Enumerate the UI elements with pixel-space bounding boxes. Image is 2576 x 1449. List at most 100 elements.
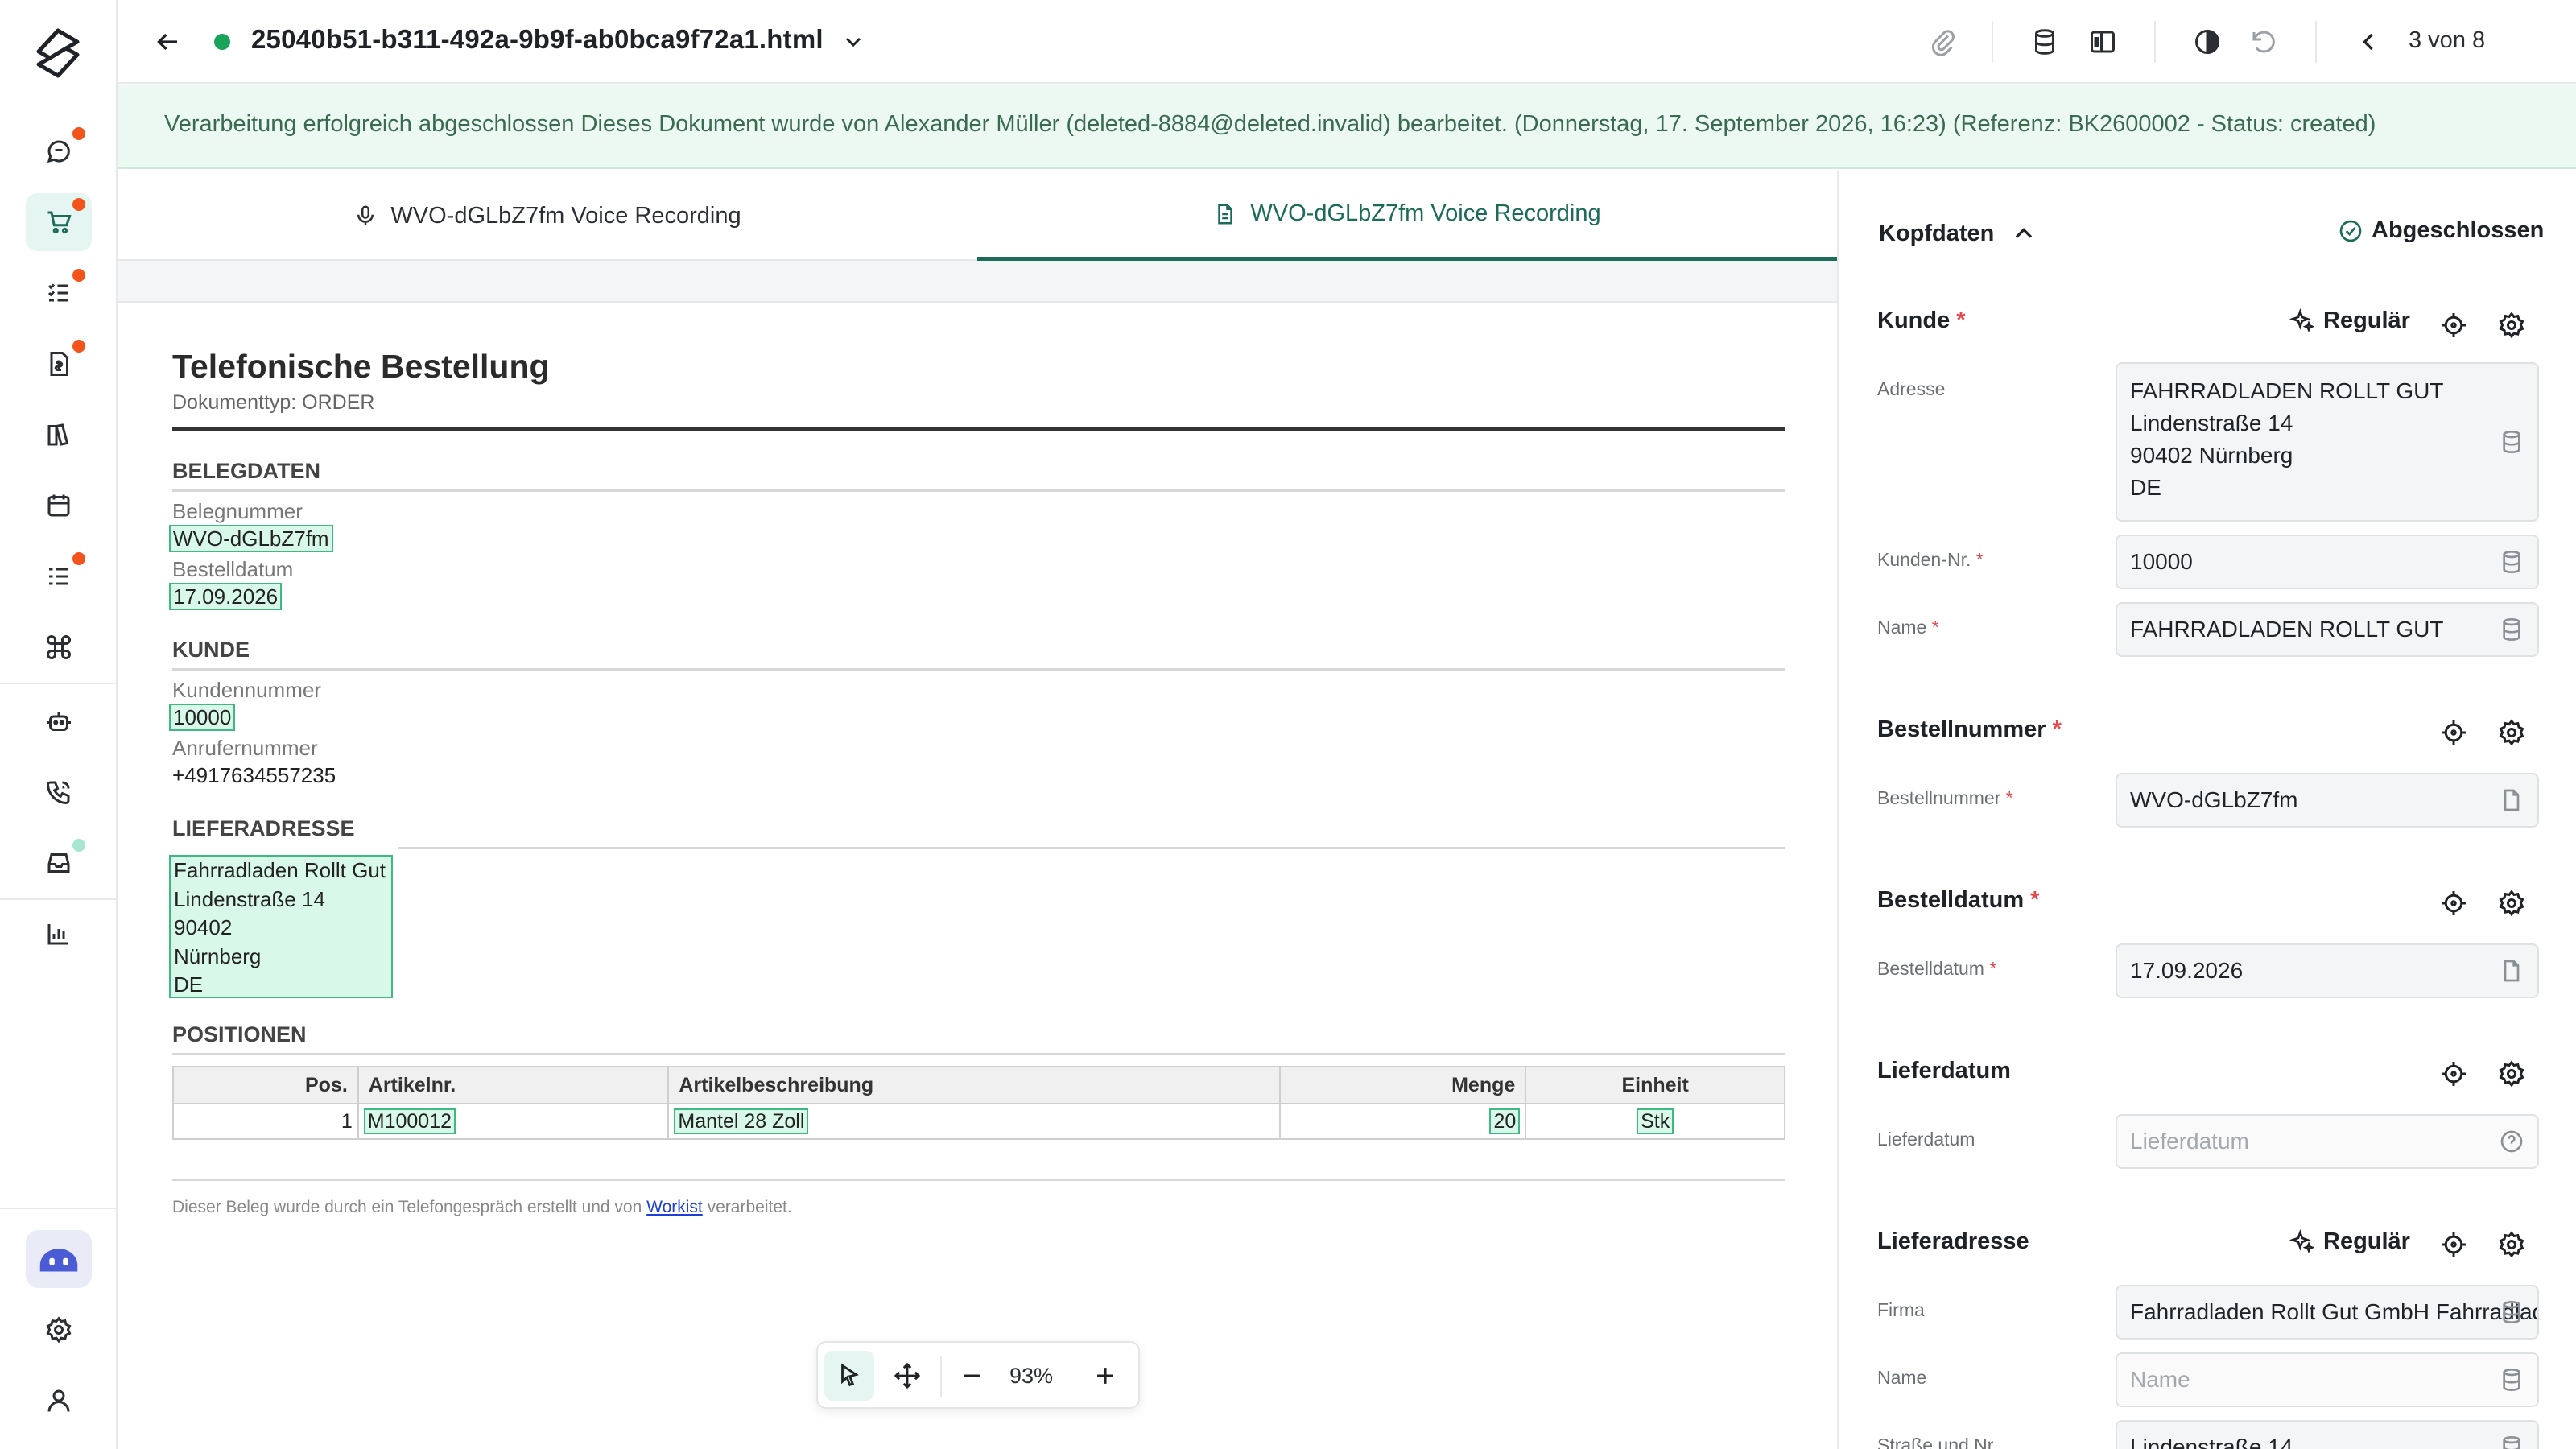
toolbar-divider	[1992, 21, 1993, 63]
database-icon	[2503, 431, 2520, 454]
settings-gear-icon[interactable]	[2497, 1059, 2526, 1088]
footer-text: Dieser Beleg wurde durch ein Telefongesp…	[172, 1198, 642, 1216]
database-icon[interactable]	[2029, 26, 2061, 58]
nav-command-icon[interactable]	[26, 618, 92, 676]
belegnummer-value[interactable]: WVO-dGLbZ7fm	[169, 525, 333, 552]
database-icon	[2503, 1301, 2520, 1324]
nav-list-icon[interactable]	[26, 547, 92, 605]
lieferdatum-field[interactable]: Lieferdatum	[2116, 1114, 2539, 1169]
split-view-icon[interactable]	[2087, 26, 2119, 58]
cell-einheit[interactable]: Stk	[1637, 1108, 1674, 1134]
nav-phone-icon[interactable]	[26, 763, 92, 821]
nav-robot-icon[interactable]	[26, 692, 92, 750]
assistant-bot-icon[interactable]	[26, 1230, 92, 1288]
select-pointer-icon[interactable]	[824, 1351, 874, 1401]
zoom-in-plus-icon[interactable]	[1080, 1351, 1130, 1401]
delivery-address-block[interactable]: Fahrradladen Rollt Gut Lindenstraße 14 9…	[169, 855, 393, 998]
settings-gear-icon[interactable]	[2497, 1230, 2526, 1259]
regular-mode-toggle[interactable]: Regulär	[2289, 308, 2410, 334]
settings-gear-icon[interactable]	[2497, 311, 2526, 340]
kundennr-field[interactable]: 10000	[2116, 535, 2539, 589]
firma-field[interactable]: Fahrradladen Rollt Gut GmbH Fahrradladen…	[2116, 1285, 2539, 1340]
lieferdatum-placeholder: Lieferdatum	[2130, 1129, 2249, 1154]
positions-table: Pos. Artikelnr. Artikelbeschreibung Meng…	[172, 1066, 1785, 1140]
viewer-zoom-toolbar: 93%	[816, 1341, 1140, 1409]
tab-document-view[interactable]: WVO-dGLbZ7fm Voice Recording	[977, 171, 1837, 261]
left-nav-rail	[0, 0, 118, 1449]
chevron-up-icon[interactable]	[2009, 219, 2038, 248]
notification-dot	[72, 340, 85, 353]
attachment-paperclip-icon[interactable]	[1927, 26, 1959, 58]
strasse-label: Straße und Nr.	[1877, 1435, 1998, 1449]
cell-menge[interactable]: 20	[1489, 1108, 1521, 1134]
nav-analytics-icon[interactable]	[26, 905, 92, 963]
regular-label: Regulär	[2323, 308, 2410, 333]
nav-invoice-icon[interactable]	[26, 335, 92, 393]
group-lieferadresse-title: Lieferadresse	[1877, 1228, 2029, 1254]
undo-icon[interactable]	[2248, 26, 2280, 58]
section-rule	[172, 489, 1785, 492]
name-field[interactable]: FAHRRADLADEN ROLLT GUT	[2116, 602, 2539, 657]
panel-header-kopfdaten[interactable]: Kopfdaten	[1879, 221, 1994, 247]
nav-calendar-icon[interactable]	[26, 477, 92, 535]
locate-target-icon[interactable]	[2439, 311, 2468, 340]
adresse-field[interactable]: FAHRRADLADEN ROLLT GUT Lindenstraße 14 9…	[2116, 362, 2539, 522]
nav-catalog-icon[interactable]	[26, 406, 92, 464]
locate-target-icon[interactable]	[2439, 889, 2468, 918]
locate-target-icon[interactable]	[2439, 1059, 2468, 1088]
bestelldatum-value[interactable]: 17.09.2026	[169, 583, 283, 610]
workist-link[interactable]: Workist	[646, 1198, 703, 1216]
bestellnummer-field[interactable]: WVO-dGLbZ7fm	[2116, 773, 2539, 828]
settings-gear-icon[interactable]	[2497, 718, 2526, 747]
bestelldatum-field[interactable]: 17.09.2026	[2116, 943, 2539, 998]
anrufernummer-value: +4917634557235	[172, 763, 336, 787]
document-type: Dokumenttyp: ORDER	[172, 391, 375, 414]
regular-label: Regulär	[2323, 1228, 2410, 1254]
notification-dot	[72, 198, 85, 211]
lieferdatum-label: Lieferdatum	[1877, 1129, 1975, 1150]
toolbar-divider	[2315, 21, 2317, 63]
settings-gear-icon[interactable]	[2497, 889, 2526, 918]
locate-target-icon[interactable]	[2439, 1230, 2468, 1259]
nav-tasks-icon[interactable]	[26, 264, 92, 322]
cell-beschreibung[interactable]: Mantel 28 Zoll	[674, 1108, 809, 1134]
locate-target-icon[interactable]	[2439, 718, 2468, 747]
group-bestellnummer-title: Bestellnummer *	[1877, 716, 2062, 742]
cell-artikelnr[interactable]: M100012	[363, 1108, 456, 1134]
workist-logo-icon[interactable]	[29, 24, 87, 82]
pan-move-icon[interactable]	[882, 1351, 932, 1401]
address-line: DE	[2130, 475, 2161, 500]
rail-divider	[0, 1208, 118, 1209]
group-bestelldatum-title: Bestelldatum *	[1877, 887, 2040, 913]
strasse-field[interactable]: Lindenstraße 14	[2116, 1420, 2539, 1449]
section-belegdaten: BELEGDATEN	[172, 459, 321, 483]
nav-chat-icon[interactable]	[26, 122, 92, 180]
rail-divider	[0, 898, 118, 900]
bestelldatum-value: 17.09.2026	[2130, 958, 2244, 983]
nav-orders-cart-icon[interactable]	[26, 193, 92, 251]
footer-rule	[172, 1179, 1785, 1181]
document-icon	[2504, 960, 2520, 982]
notification-dot	[72, 127, 85, 140]
document-title: 25040b51-b311-492a-9b9f-ab0bca9f72a1.htm…	[251, 24, 824, 54]
chevron-down-icon[interactable]	[840, 29, 866, 55]
adresse-label: Adresse	[1877, 378, 1946, 399]
document-heading: Telefonische Bestellung	[172, 348, 550, 385]
previous-page-chevron-icon[interactable]	[2352, 26, 2384, 58]
tab-voice-recording[interactable]: WVO-dGLbZ7fm Voice Recording	[118, 171, 977, 261]
address-line: 90402 Nürnberg	[2130, 443, 2293, 468]
regular-mode-toggle[interactable]: Regulär	[2289, 1228, 2410, 1255]
nav-user-profile-icon[interactable]	[26, 1372, 92, 1430]
zoom-out-minus-icon[interactable]	[947, 1351, 997, 1401]
lieferadresse-name-field[interactable]: Name	[2116, 1352, 2539, 1407]
back-arrow-icon[interactable]	[150, 24, 185, 60]
nav-settings-gear-icon[interactable]	[26, 1301, 92, 1359]
kundennummer-value[interactable]: 10000	[169, 704, 236, 731]
notification-dot	[72, 839, 85, 852]
cell-pos: 1	[172, 1103, 359, 1140]
column-header: Artikelbeschreibung	[667, 1066, 1281, 1104]
tab-label: WVO-dGLbZ7fm Voice Recording	[390, 202, 741, 229]
address-line: Fahrradladen Rollt Gut	[174, 858, 386, 882]
contrast-toggle-icon[interactable]	[2191, 26, 2223, 58]
nav-inbox-icon[interactable]	[26, 834, 92, 892]
